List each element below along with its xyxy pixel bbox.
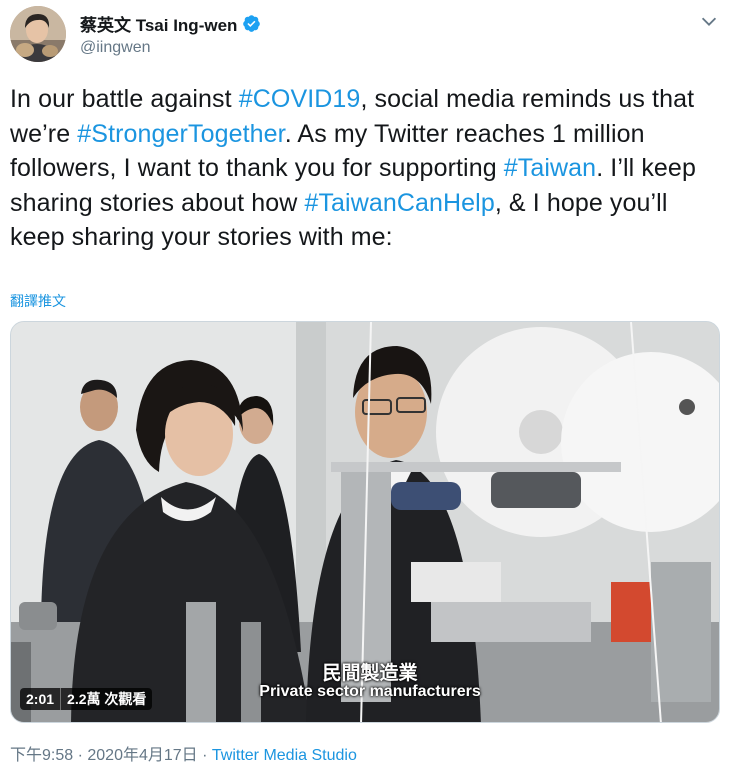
author-info: 蔡英文 Tsai Ing-wen @iingwen [80, 12, 261, 57]
tweet-text-segment: In our battle against [10, 85, 239, 113]
video-player[interactable]: 民間製造業 Private sector manufacturers 2:01 … [10, 321, 720, 723]
tweet-date[interactable]: 2020年4月17日 [87, 747, 197, 764]
hashtag-link[interactable]: #COVID19 [239, 85, 361, 113]
translate-tweet-link[interactable]: 翻譯推文 [10, 291, 66, 311]
tweet-source-link[interactable]: Twitter Media Studio [212, 747, 357, 764]
tweet-text: In our battle against #COVID19, social m… [10, 82, 715, 255]
hashtag-link[interactable]: #Taiwan [504, 154, 596, 182]
video-duration: 2:01 [20, 688, 61, 710]
name-row: 蔡英文 Tsai Ing-wen [80, 11, 261, 36]
video-badges: 2:01 2.2萬 次觀看 [20, 688, 153, 710]
tweet-header: 蔡英文 Tsai Ing-wen @iingwen [8, 6, 722, 66]
display-name[interactable]: 蔡英文 Tsai Ing-wen [80, 11, 237, 36]
hashtag-link[interactable]: #TaiwanCanHelp [304, 189, 494, 217]
verified-badge-icon [243, 14, 261, 32]
avatar[interactable] [10, 6, 66, 62]
view-count: 2.2萬 次觀看 [60, 688, 153, 710]
chevron-down-icon[interactable] [698, 10, 720, 32]
tweet-time[interactable]: 下午9:58 [10, 747, 73, 764]
avatar-image [10, 6, 66, 62]
handle[interactable]: @iingwen [80, 39, 261, 57]
hashtag-link[interactable]: #StrongerTogether [77, 120, 284, 148]
meta-separator: · [73, 747, 88, 764]
tweet: 蔡英文 Tsai Ing-wen @iingwen In our battle … [0, 0, 730, 770]
meta-separator-2: · [197, 747, 212, 764]
tweet-meta: 下午9:58 · 2020年4月17日 · Twitter Media Stud… [10, 741, 357, 765]
subtitle-chinese: 民間製造業 [322, 663, 418, 684]
